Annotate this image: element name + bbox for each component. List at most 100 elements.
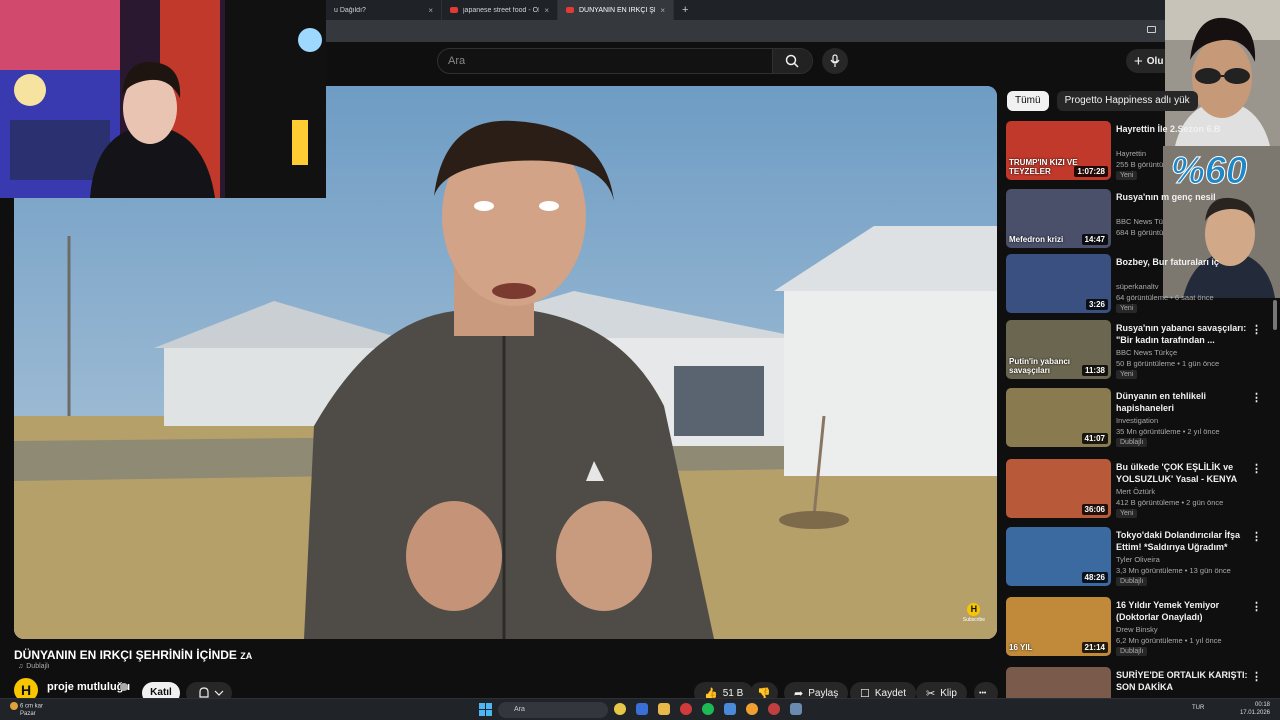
video-thumbnail[interactable]: 36:06 [1006, 459, 1111, 518]
chrome-active-icon[interactable] [746, 703, 758, 715]
recommendation-badge: Dublajlı [1116, 438, 1148, 447]
recommendation-meta: 6,2 Mn görüntüleme • 1 yıl önce [1116, 636, 1222, 645]
thumbnail-overlay-text: 16 YIL [1009, 643, 1033, 652]
spotify-icon[interactable] [702, 703, 714, 715]
recommendation-channel[interactable]: Tyler Oliveira [1116, 555, 1160, 564]
video-thumbnail[interactable]: Putin'in yabancı savaşçıları 11:38 [1006, 320, 1111, 379]
recommendation-meta: 255 B görüntü [1116, 160, 1164, 169]
recommendation-channel[interactable]: Drew Binsky [1116, 625, 1158, 634]
recommendation-channel[interactable]: Mert Öztürk [1116, 487, 1155, 496]
video-thumbnail[interactable]: TRUMP'IN KIZI VE TEYZELER 1:07:28 [1006, 121, 1111, 180]
recommendation-badge: Yeni [1116, 509, 1138, 518]
search-input[interactable]: Ara [438, 49, 772, 73]
chip-channel[interactable]: Progetto Happiness adlı yük [1056, 91, 1198, 111]
recommendation-item[interactable]: TRUMP'IN KIZI VE TEYZELER 1:07:28 Hayretti… [1006, 121, 1272, 183]
video-thumbnail[interactable]: 41:07 [1006, 388, 1111, 447]
recommendation-channel[interactable]: BBC News Türkçe [1116, 348, 1177, 357]
new-tab-button[interactable]: + [674, 4, 696, 16]
windows-logo-pane [486, 703, 492, 709]
browser-tab-2[interactable]: japanese street food - OKONOMIYAKI × [442, 0, 558, 20]
recommendation-title[interactable]: Bu ülkede 'ÇOK EŞLİLİK ve YOLSUZLUK' Yas… [1116, 461, 1256, 485]
more-options-icon[interactable]: ⋮ [1251, 462, 1262, 475]
video-thumbnail[interactable]: 3:26 [1006, 254, 1111, 313]
system-clock[interactable]: 00:18 17.01.2026 [1240, 701, 1270, 717]
recommendation-title[interactable]: 16 Yıldır Yemek Yemiyor (Doktorlar Onayl… [1116, 599, 1256, 623]
filter-chips: Tümü Progetto Happiness adlı yük [1007, 91, 1198, 111]
taskbar-search[interactable]: Ara [498, 702, 608, 718]
recommendation-title[interactable]: Dünyanın en tehlikeli hapishaneleri [1116, 390, 1256, 414]
record-icon[interactable] [768, 703, 780, 715]
recommendation-title[interactable]: Rusya'nın m genç nesil [1116, 191, 1256, 203]
search-button[interactable] [772, 49, 812, 73]
recommendation-channel[interactable]: süperkanaltv [1116, 282, 1159, 291]
video-thumbnail[interactable]: Mefedron krizi 14:47 [1006, 189, 1111, 248]
weather-desc: Pazar [20, 710, 36, 717]
recommendation-badge: Yeni [1116, 370, 1138, 379]
microphone-icon [830, 54, 840, 67]
settings-icon[interactable] [790, 703, 802, 715]
recommendation-item[interactable]: 3:26 Bozbey, Bur faturaları iç süperkanalt… [1006, 254, 1272, 316]
channel-name[interactable]: proje mutluluğu [47, 681, 130, 693]
recommendation-channel[interactable]: BBC News Tü [1116, 217, 1163, 226]
channel-watermark[interactable]: H Subscribe [963, 603, 985, 623]
weather-temp: 6 cm kar [20, 703, 44, 710]
like-count: 51 B [722, 687, 744, 699]
voice-search-button[interactable] [822, 48, 848, 74]
recommendation-title[interactable]: SURİYE'DE ORTALIK KARIŞTI: SON DAKİKA [1116, 669, 1256, 693]
browser-tab-title: japanese street food - OKONOMIYAKI [463, 6, 539, 14]
recommendation-channel[interactable]: Hayrettin [1116, 149, 1146, 158]
recommendation-title[interactable]: Bozbey, Bur faturaları iç [1116, 256, 1256, 268]
recommendation-title[interactable]: Hayrettin İle 2.Sezon 6.B [1116, 123, 1256, 135]
recommendation-title[interactable]: Rusya'nın yabancı savaşçıları: "Bir kadı… [1116, 322, 1256, 346]
more-options-icon[interactable]: ⋮ [1251, 391, 1262, 404]
clip-label: Klip [940, 687, 957, 699]
video-thumbnail[interactable]: 16 YIL 21:14 [1006, 597, 1111, 656]
clock-date: 17.01.2026 [1239, 710, 1270, 716]
recommendation-title[interactable]: Tokyo'daki Dolandırıcılar İfşa Ettim! *S… [1116, 529, 1256, 553]
recommendation-item[interactable]: 16 YIL 21:14 16 Yıldır Yemek Yemiyor (Dokt… [1006, 597, 1272, 659]
recommendation-meta: 64 görüntüleme • 6 saat önce [1116, 293, 1214, 302]
recommendation-badge: Yeni [1116, 171, 1138, 180]
video-duration: 21:14 [1081, 642, 1108, 653]
cast-icon[interactable] [1147, 26, 1156, 33]
windows-logo-pane [479, 703, 485, 709]
close-tab-icon[interactable]: × [428, 6, 433, 15]
app-icon[interactable] [724, 703, 736, 715]
chrome-icon[interactable] [614, 703, 626, 715]
recommendation-channel[interactable]: Investigation [1116, 416, 1158, 425]
recommendation-badge: Dublajlı [1116, 577, 1148, 586]
clock-time: 00:18 [1254, 702, 1270, 708]
recommendation-item[interactable]: 41:07 Dünyanın en tehlikeli hapishaneleri… [1006, 388, 1272, 450]
more-options-icon[interactable]: ⋮ [1251, 600, 1262, 613]
recommendation-meta: 50 B görüntüleme • 1 gün önce [1116, 359, 1220, 368]
close-tab-icon[interactable]: × [544, 6, 549, 15]
video-duration: 1:07:28 [1074, 166, 1108, 177]
youtube-favicon-icon [566, 7, 574, 13]
video-title: DÜNYANIN EN IRKÇI ŞEHRİNİN İÇİNDE ZA [14, 648, 252, 662]
more-options-icon[interactable]: ⋮ [1251, 670, 1262, 683]
chip-all[interactable]: Tümü [1007, 91, 1049, 111]
recommendation-item[interactable]: Putin'in yabancı savaşçıları 11:38 Rusya'n… [1006, 320, 1272, 382]
close-tab-icon[interactable]: × [660, 6, 665, 15]
windows-taskbar: 6 cm kar Pazar Ara TUR 00:18 17.01.2026 [0, 698, 1280, 720]
video-thumbnail[interactable]: 48:26 [1006, 527, 1111, 586]
file-explorer-icon[interactable] [658, 703, 670, 715]
recommendation-item[interactable]: 36:06 Bu ülkede 'ÇOK EŞLİLİK ve YOLSUZLUK… [1006, 459, 1272, 521]
weather-widget[interactable]: 6 cm kar Pazar [10, 702, 43, 718]
browser-tab-1[interactable]: u Dağıldı? × [326, 0, 442, 20]
more-options-icon[interactable]: ⋮ [1251, 323, 1262, 336]
browser-tab-3[interactable]: DÜNYANIN EN IRKÇI ŞEHRİNİN İÇİNDE × [558, 0, 674, 20]
subscribe-watermark-label: Subscribe [962, 617, 985, 623]
opera-icon[interactable] [680, 703, 692, 715]
steam-icon[interactable] [636, 703, 648, 715]
more-options-icon[interactable]: ⋮ [1251, 530, 1262, 543]
browser-tab-title: DÜNYANIN EN IRKÇI ŞEHRİNİN İÇİNDE [579, 6, 655, 14]
input-language[interactable]: TUR [1192, 705, 1204, 711]
recommendation-item[interactable]: 48:26 Tokyo'daki Dolandırıcılar İfşa Etti… [1006, 527, 1272, 589]
video-duration: 36:06 [1081, 504, 1108, 515]
recommendation-item[interactable]: Mefedron krizi 14:47 Rusya'nın m genç nesi… [1006, 189, 1272, 251]
start-button[interactable] [479, 703, 492, 716]
sidebar-scrollbar[interactable] [1273, 300, 1277, 330]
video-duration: 48:26 [1081, 572, 1108, 583]
channel-row: H proje mutluluğu Katıl 👍 51 B 👎 ➦ Payla… [14, 678, 1004, 704]
